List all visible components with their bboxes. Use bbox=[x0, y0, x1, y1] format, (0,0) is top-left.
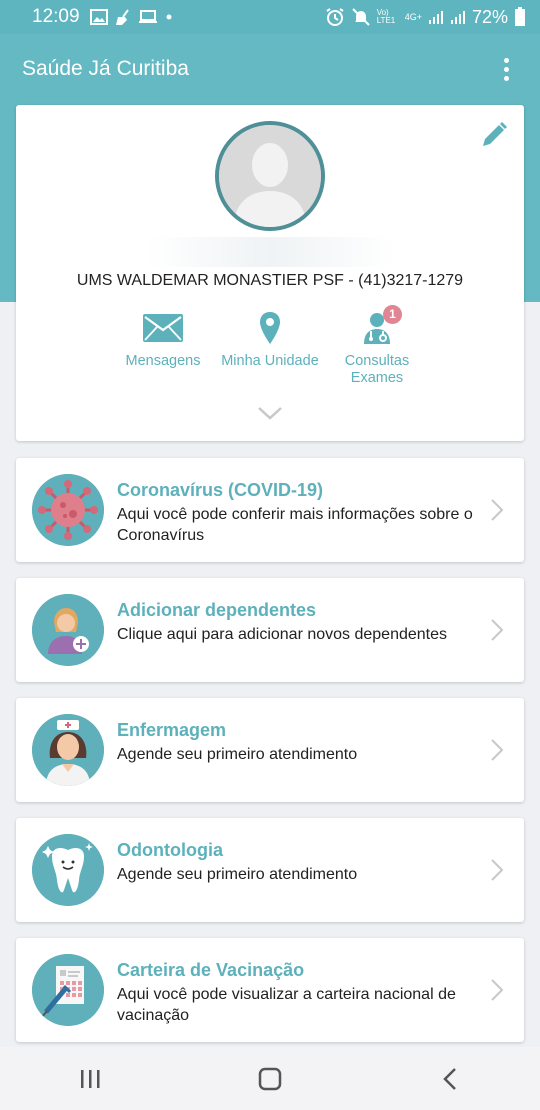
network-type: 4G+ bbox=[404, 12, 422, 22]
my-unit-label: Minha Unidade bbox=[221, 353, 319, 369]
card-description: Agende seu primeiro atendimento bbox=[117, 746, 358, 763]
card-description: Aqui você pode visualizar a carteira nac… bbox=[117, 986, 456, 1024]
app-title: Saúde Já Curitiba bbox=[22, 57, 189, 80]
messages-label: Mensagens bbox=[125, 353, 201, 369]
battery-icon bbox=[515, 7, 525, 26]
my-unit-button[interactable]: Minha Unidade bbox=[216, 309, 324, 370]
health-unit-line: UMS WALDEMAR MONASTIER PSF - (41)3217-12… bbox=[76, 272, 464, 289]
chevron-right-icon bbox=[491, 859, 504, 881]
envelope-icon bbox=[143, 314, 183, 342]
signal-icon bbox=[450, 11, 465, 24]
dot-icon bbox=[166, 14, 172, 20]
status-time: 12:09 bbox=[32, 6, 80, 27]
notification-badge: 1 bbox=[383, 305, 402, 324]
virus-icon bbox=[32, 474, 104, 546]
chevron-right-icon bbox=[491, 619, 504, 641]
home-icon bbox=[258, 1067, 282, 1090]
card-title: Enfermagem bbox=[117, 720, 227, 740]
alarm-icon bbox=[326, 8, 344, 26]
back-icon bbox=[443, 1067, 456, 1090]
home-button[interactable] bbox=[240, 1059, 300, 1099]
chevron-right-icon bbox=[491, 979, 504, 1001]
more-vert-icon[interactable] bbox=[494, 54, 518, 84]
avatar[interactable] bbox=[215, 121, 325, 231]
card-title: Adicionar dependentes bbox=[117, 600, 317, 620]
chevron-right-icon bbox=[491, 499, 504, 521]
card-title: Odontologia bbox=[117, 840, 223, 860]
battery-percent: 72% bbox=[471, 6, 508, 27]
recents-icon bbox=[81, 1069, 100, 1088]
add-dependents-card[interactable]: Adicionar dependentes Clique aqui para a… bbox=[16, 578, 524, 682]
chevron-right-icon bbox=[491, 739, 504, 761]
app-bar: Saúde Já Curitiba bbox=[0, 34, 540, 104]
recents-button[interactable] bbox=[60, 1059, 120, 1099]
card-title: Coronavírus (COVID-19) bbox=[117, 480, 324, 500]
nurse-icon bbox=[32, 714, 104, 786]
covid-card[interactable]: Coronavírus (COVID-19) Aqui você pode co… bbox=[16, 458, 524, 562]
signal-icon bbox=[428, 11, 443, 24]
system-nav-bar bbox=[0, 1047, 540, 1110]
pencil-icon[interactable] bbox=[478, 119, 510, 151]
appointments-exams-button[interactable]: 1 Consultas Exames bbox=[334, 305, 420, 387]
appointments-label-line1: Consultas bbox=[344, 353, 410, 369]
back-button[interactable] bbox=[420, 1059, 480, 1099]
map-pin-icon bbox=[260, 312, 280, 344]
dentistry-card[interactable]: Odontologia Agende seu primeiro atendime… bbox=[16, 818, 524, 922]
status-bar: 12:09 Vo) LTE1 4G+ 72% bbox=[0, 0, 540, 34]
card-title: Carteira de Vacinação bbox=[117, 960, 305, 980]
card-description: Agende seu primeiro atendimento bbox=[117, 866, 358, 883]
profile-card: UMS WALDEMAR MONASTIER PSF - (41)3217-12… bbox=[16, 105, 524, 441]
person-silhouette-icon bbox=[219, 125, 321, 227]
broom-icon bbox=[115, 9, 129, 25]
appointments-label-line2: Exames bbox=[350, 370, 404, 386]
image-icon bbox=[89, 9, 108, 25]
volte-label: Vo) LTE1 bbox=[376, 8, 396, 25]
vaccine-card-icon bbox=[32, 954, 104, 1026]
user-name-blurred bbox=[146, 237, 396, 267]
vaccination-card[interactable]: Carteira de Vacinação Aqui você pode vis… bbox=[16, 938, 524, 1042]
nursing-card[interactable]: Enfermagem Agende seu primeiro atendimen… bbox=[16, 698, 524, 802]
tooth-icon bbox=[32, 834, 104, 906]
laptop-icon bbox=[138, 10, 157, 23]
card-description: Aqui você pode conferir mais informações… bbox=[117, 506, 473, 544]
messages-button[interactable]: Mensagens bbox=[120, 309, 206, 370]
chevron-down-icon[interactable] bbox=[257, 403, 283, 423]
card-description: Clique aqui para adicionar novos depende… bbox=[117, 626, 448, 643]
add-person-icon bbox=[32, 594, 104, 666]
mute-icon bbox=[351, 8, 370, 26]
